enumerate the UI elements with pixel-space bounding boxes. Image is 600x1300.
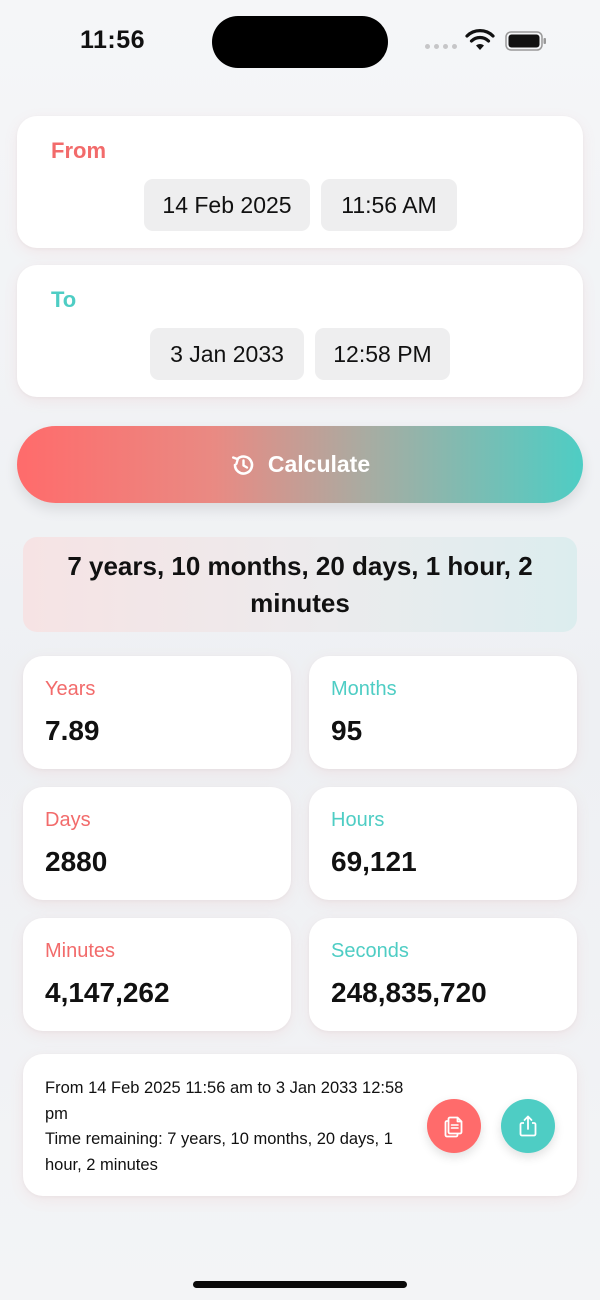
stat-value: 69,121 bbox=[331, 846, 417, 877]
cellular-signal-icon bbox=[425, 44, 457, 49]
home-indicator[interactable] bbox=[193, 1281, 407, 1288]
summary-text: From 14 Feb 2025 11:56 am to 3 Jan 2033 … bbox=[45, 1076, 415, 1178]
stat-value: 7.89 bbox=[45, 715, 100, 746]
summary-remaining: Time remaining: 7 years, 10 months, 20 d… bbox=[45, 1130, 393, 1174]
stat-label: Months bbox=[331, 678, 397, 700]
from-date-picker[interactable]: 14 Feb 2025 bbox=[144, 179, 310, 231]
from-label: From bbox=[51, 138, 106, 163]
to-label: To bbox=[51, 287, 77, 312]
stat-value: 95 bbox=[331, 715, 363, 746]
status-bar: 11:56 bbox=[0, 0, 600, 84]
stat-card-hours: Hours 69,121 bbox=[309, 787, 577, 900]
share-icon bbox=[519, 1115, 537, 1137]
stat-card-seconds: Seconds 248,835,720 bbox=[309, 918, 577, 1031]
calculate-button[interactable]: Calculate bbox=[17, 426, 583, 503]
history-icon bbox=[231, 454, 254, 475]
summary-card: From 14 Feb 2025 11:56 am to 3 Jan 2033 … bbox=[23, 1054, 577, 1196]
stat-label: Hours bbox=[331, 809, 385, 831]
stat-card-days: Days 2880 bbox=[23, 787, 291, 900]
copy-icon bbox=[444, 1116, 463, 1138]
from-card: From 14 Feb 2025 11:56 AM bbox=[17, 116, 583, 248]
to-date-picker[interactable]: 3 Jan 2033 bbox=[150, 328, 304, 380]
status-time: 11:56 bbox=[80, 26, 146, 54]
stat-card-years: Years 7.89 bbox=[23, 656, 291, 769]
stat-label: Days bbox=[45, 809, 91, 831]
summary-range: From 14 Feb 2025 11:56 am to 3 Jan 2033 … bbox=[45, 1079, 404, 1123]
dynamic-island bbox=[212, 16, 388, 68]
result-summary: 7 years, 10 months, 20 days, 1 hour, 2 m… bbox=[23, 537, 577, 632]
from-time-picker[interactable]: 11:56 AM bbox=[321, 179, 457, 231]
stat-value: 4,147,262 bbox=[45, 977, 170, 1008]
copy-button[interactable] bbox=[427, 1099, 481, 1153]
stat-value: 2880 bbox=[45, 846, 108, 877]
to-card: To 3 Jan 2033 12:58 PM bbox=[17, 265, 583, 397]
result-text: 7 years, 10 months, 20 days, 1 hour, 2 m… bbox=[67, 550, 533, 618]
stat-card-months: Months 95 bbox=[309, 656, 577, 769]
share-button[interactable] bbox=[501, 1099, 555, 1153]
calculate-label: Calculate bbox=[267, 451, 371, 477]
stat-label: Seconds bbox=[331, 940, 409, 962]
stat-value: 248,835,720 bbox=[331, 977, 487, 1008]
stat-card-minutes: Minutes 4,147,262 bbox=[23, 918, 291, 1031]
stat-label: Minutes bbox=[45, 940, 116, 962]
stat-label: Years bbox=[45, 678, 96, 700]
battery-icon bbox=[505, 31, 546, 51]
to-time-picker[interactable]: 12:58 PM bbox=[315, 328, 450, 380]
wifi-icon bbox=[465, 29, 495, 50]
